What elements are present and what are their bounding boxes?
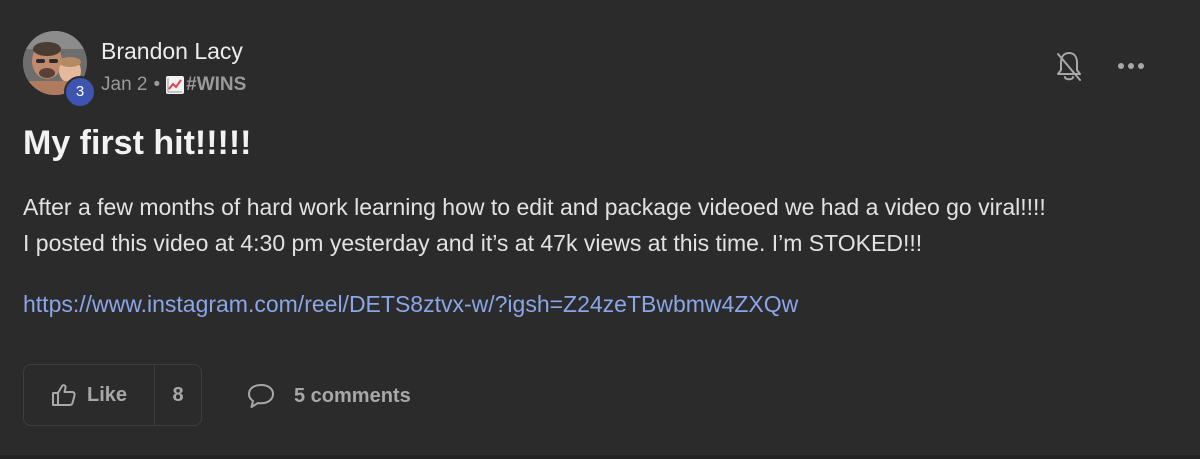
like-count[interactable]: 8 xyxy=(155,365,201,425)
post-date[interactable]: Jan 2 xyxy=(101,74,147,96)
notifications-off-button[interactable] xyxy=(1054,50,1084,84)
chart-increasing-icon xyxy=(166,76,185,94)
post-body-line: I posted this video at 4:30 pm yesterday… xyxy=(23,230,923,256)
post-card: 3 Brandon Lacy Jan 2 • #WINS My first hi… xyxy=(0,0,1200,459)
like-group: Like 8 xyxy=(23,364,202,426)
meta-separator: • xyxy=(153,74,161,95)
post-category[interactable]: #WINS xyxy=(186,74,246,96)
post-body-line: After a few months of hard work learning… xyxy=(23,194,1046,220)
post-body: After a few months of hard work learning… xyxy=(23,189,1183,261)
comments-button[interactable]: 5 comments xyxy=(246,380,411,412)
bell-off-icon xyxy=(1057,52,1081,81)
author-avatar-group[interactable]: 3 xyxy=(23,31,96,108)
like-button[interactable]: Like xyxy=(24,365,155,425)
thumbs-up-icon xyxy=(51,383,77,407)
post-link[interactable]: https://www.instagram.com/reel/DETS8ztvx… xyxy=(23,291,798,318)
post-title: My first hit!!!!! xyxy=(23,124,252,162)
like-label: Like xyxy=(86,383,128,406)
author-name[interactable]: Brandon Lacy xyxy=(101,38,243,65)
comment-icon xyxy=(246,382,276,410)
more-options-button[interactable] xyxy=(1114,55,1148,77)
more-horizontal-icon xyxy=(1118,63,1144,69)
divider xyxy=(0,455,1200,459)
level-badge: 3 xyxy=(64,76,96,108)
post-meta: Jan 2 • #WINS xyxy=(101,74,246,96)
comments-label: 5 comments xyxy=(294,384,411,407)
